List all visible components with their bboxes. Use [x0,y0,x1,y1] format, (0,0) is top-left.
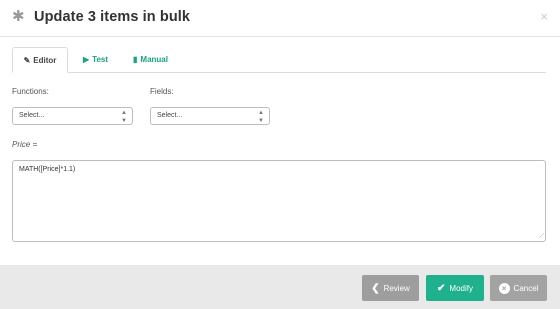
fields-select-value: Select... [157,112,183,119]
tab-editor[interactable]: ✎ Editor [12,47,68,73]
tab-editor-label: Editor [33,55,57,65]
modal-header: ✱ Update 3 items in bulk × [0,0,560,37]
tab-bar: ✎ Editor ▶ Test ▮ Manual [12,47,546,73]
review-button-label: Review [383,283,410,293]
cancel-circle-icon: × [498,282,510,294]
pencil-icon: ✎ [23,55,31,65]
review-button[interactable]: ❮ Review [362,275,419,301]
modal-title: Update 3 items in bulk [34,9,191,25]
modify-button[interactable]: ✔ Modify [426,275,484,301]
book-icon: ▮ [133,55,138,64]
tab-test-label: Test [92,55,109,64]
select-arrows-icon: ▲ ▼ [258,110,264,124]
cancel-button[interactable]: × Cancel [490,275,547,301]
close-icon[interactable]: × [540,10,548,24]
expression-label: Price = [12,140,38,149]
tab-manual-label: Manual [140,55,168,64]
fields-label: Fields: [150,87,174,96]
functions-label: Functions: [12,87,49,96]
select-arrows-icon: ▲ ▼ [121,110,127,124]
functions-select[interactable]: Select... ▲ ▼ [12,107,133,125]
chevron-left-icon: ❮ [371,282,380,294]
functions-select-value: Select... [19,112,45,119]
modal-footer: ❮ Review ✔ Modify × Cancel [0,265,560,309]
expression-value: MATH([Price]*1.1) [19,166,76,173]
fields-select[interactable]: Select... ▲ ▼ [150,107,270,125]
play-icon: ▶ [83,55,90,64]
gear-icon: ✱ [12,8,25,25]
resize-grip-icon[interactable]: ⟋ [539,233,544,240]
tab-test[interactable]: ▶ Test [83,47,108,72]
tab-manual[interactable]: ▮ Manual [133,47,168,72]
cancel-button-label: Cancel [513,283,539,293]
expression-textarea[interactable]: MATH([Price]*1.1) ⟋ [12,160,546,242]
check-icon: ✔ [437,282,446,294]
modify-button-label: Modify [449,283,473,293]
